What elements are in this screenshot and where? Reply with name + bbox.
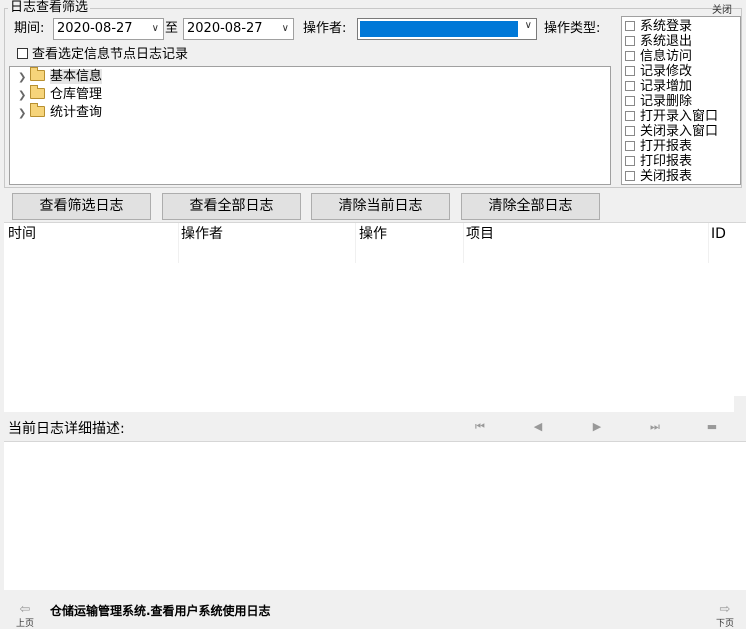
- op-type-label: 信息访问: [640, 49, 693, 64]
- expand-arrow-icon[interactable]: ❯: [18, 105, 30, 123]
- checkbox-box[interactable]: [625, 111, 635, 121]
- checkbox-box[interactable]: [625, 51, 635, 61]
- tree-item-label: 基本信息: [50, 69, 103, 84]
- detail-text-area[interactable]: [4, 441, 746, 590]
- folder-icon: [30, 103, 45, 117]
- view-filtered-log-button[interactable]: 查看筛选日志: [12, 193, 151, 220]
- selected-node-checkbox[interactable]: 查看选定信息节点日志记录: [17, 45, 188, 65]
- tree-item[interactable]: ❯ 统计查询: [18, 103, 103, 123]
- column-header-id[interactable]: ID: [711, 225, 726, 243]
- op-type-item[interactable]: 打印报表: [625, 154, 692, 169]
- op-type-item[interactable]: 记录增加: [625, 79, 692, 94]
- folder-open-icon: [30, 67, 45, 81]
- op-type-label: 记录修改: [640, 64, 693, 79]
- info-node-tree[interactable]: ❯ 基本信息 ❯ 仓库管理 ❯ 统计查询: [9, 66, 611, 185]
- op-type-item[interactable]: 系统登录: [625, 19, 692, 34]
- checkbox-box[interactable]: [625, 96, 635, 106]
- next-page-label: 下页: [715, 619, 734, 629]
- op-type-item[interactable]: 关闭录入窗口: [625, 124, 718, 139]
- checkbox-box[interactable]: [625, 66, 635, 76]
- column-header-operation[interactable]: 操作: [359, 225, 387, 243]
- op-type-checklist[interactable]: 系统登录 系统退出 信息访问 记录修改 记录增加 记录删除 打开录入窗口 关闭录…: [621, 16, 741, 185]
- checkbox-box[interactable]: [625, 126, 635, 136]
- arrow-left-icon: ⇦: [19, 602, 31, 617]
- prev-record-icon[interactable]: ◀: [530, 420, 546, 433]
- footer-title: 仓储运输管理系统.查看用户系统使用日志: [50, 604, 271, 618]
- operator-combo[interactable]: ∨: [357, 18, 537, 40]
- clear-current-log-button[interactable]: 清除当前日志: [311, 193, 450, 220]
- op-type-item[interactable]: 记录修改: [625, 64, 692, 79]
- column-separator: [178, 223, 179, 263]
- date-to-picker[interactable]: 2020-08-27 ∨: [183, 18, 294, 40]
- next-page-button[interactable]: ⇨ 下页: [713, 602, 737, 629]
- selected-node-checkbox-label: 查看选定信息节点日志记录: [32, 47, 189, 62]
- op-type-label: 系统登录: [640, 19, 693, 34]
- column-header-item[interactable]: 项目: [466, 225, 494, 243]
- op-type-item[interactable]: 信息访问: [625, 49, 692, 64]
- column-separator: [708, 223, 709, 263]
- op-type-label: 关闭录入窗口: [640, 124, 719, 139]
- op-type-label: 打开录入窗口: [640, 109, 719, 124]
- prev-page-button[interactable]: ⇦ 上页: [13, 602, 37, 629]
- date-from-picker[interactable]: 2020-08-27 ∨: [53, 18, 164, 40]
- chevron-down-icon[interactable]: ∨: [525, 20, 532, 31]
- op-type-item[interactable]: 记录删除: [625, 94, 692, 109]
- op-type-label: 记录删除: [640, 94, 693, 109]
- clear-all-log-button[interactable]: 清除全部日志: [461, 193, 600, 220]
- op-type-item[interactable]: 系统退出: [625, 34, 692, 49]
- checkbox-box[interactable]: [625, 141, 635, 151]
- op-type-label: 打印报表: [640, 154, 693, 169]
- op-type-item[interactable]: 关闭报表: [625, 169, 692, 184]
- first-record-icon[interactable]: ⏮: [472, 420, 488, 434]
- minus-icon[interactable]: ▬: [704, 420, 720, 433]
- to-label: 至: [165, 21, 179, 36]
- folder-icon: [30, 85, 45, 99]
- view-all-log-button[interactable]: 查看全部日志: [162, 193, 301, 220]
- tree-item[interactable]: ❯ 仓库管理: [18, 85, 103, 105]
- expand-arrow-icon[interactable]: ❯: [18, 69, 30, 87]
- last-record-icon[interactable]: ⏭: [647, 420, 663, 434]
- column-header-operator[interactable]: 操作者: [181, 225, 223, 243]
- checkbox-box[interactable]: [625, 156, 635, 166]
- op-type-label: 记录增加: [640, 79, 693, 94]
- operator-label: 操作者:: [303, 21, 347, 36]
- column-separator: [463, 223, 464, 263]
- checkbox-box[interactable]: [625, 81, 635, 91]
- op-type-label: 系统退出: [640, 34, 693, 49]
- tree-item-label: 统计查询: [50, 105, 103, 120]
- prev-page-label: 上页: [15, 619, 34, 629]
- scrollbar-corner[interactable]: [734, 396, 746, 412]
- tree-item[interactable]: ❯ 基本信息: [18, 67, 103, 87]
- checkbox-box[interactable]: [17, 48, 28, 59]
- op-type-label: 关闭报表: [640, 169, 693, 184]
- tree-item-label: 仓库管理: [50, 87, 103, 102]
- filter-group-title: 日志查看筛选: [8, 0, 91, 16]
- checkbox-box[interactable]: [625, 21, 635, 31]
- column-header-time[interactable]: 时间: [8, 225, 36, 243]
- close-link[interactable]: 关闭: [712, 1, 732, 16]
- operator-selection: [360, 21, 518, 37]
- period-label: 期间:: [14, 21, 45, 36]
- op-type-item[interactable]: 打开录入窗口: [625, 109, 718, 124]
- date-to-value: 2020-08-27: [187, 21, 263, 36]
- detail-label: 当前日志详细描述:: [8, 421, 125, 437]
- next-record-icon[interactable]: ▶: [589, 420, 605, 433]
- expand-arrow-icon[interactable]: ❯: [18, 87, 30, 105]
- checkbox-box[interactable]: [625, 36, 635, 46]
- arrow-right-icon: ⇨: [719, 602, 731, 617]
- op-type-label: 打开报表: [640, 139, 693, 154]
- column-separator: [355, 223, 356, 263]
- op-type-item[interactable]: 打开报表: [625, 139, 692, 154]
- optype-label: 操作类型:: [544, 21, 601, 36]
- log-list[interactable]: 时间 操作者 操作 项目 ID: [4, 222, 746, 412]
- chevron-down-icon[interactable]: ∨: [152, 19, 159, 39]
- chevron-down-icon[interactable]: ∨: [282, 19, 289, 39]
- date-from-value: 2020-08-27: [57, 21, 133, 36]
- checkbox-box[interactable]: [625, 171, 635, 181]
